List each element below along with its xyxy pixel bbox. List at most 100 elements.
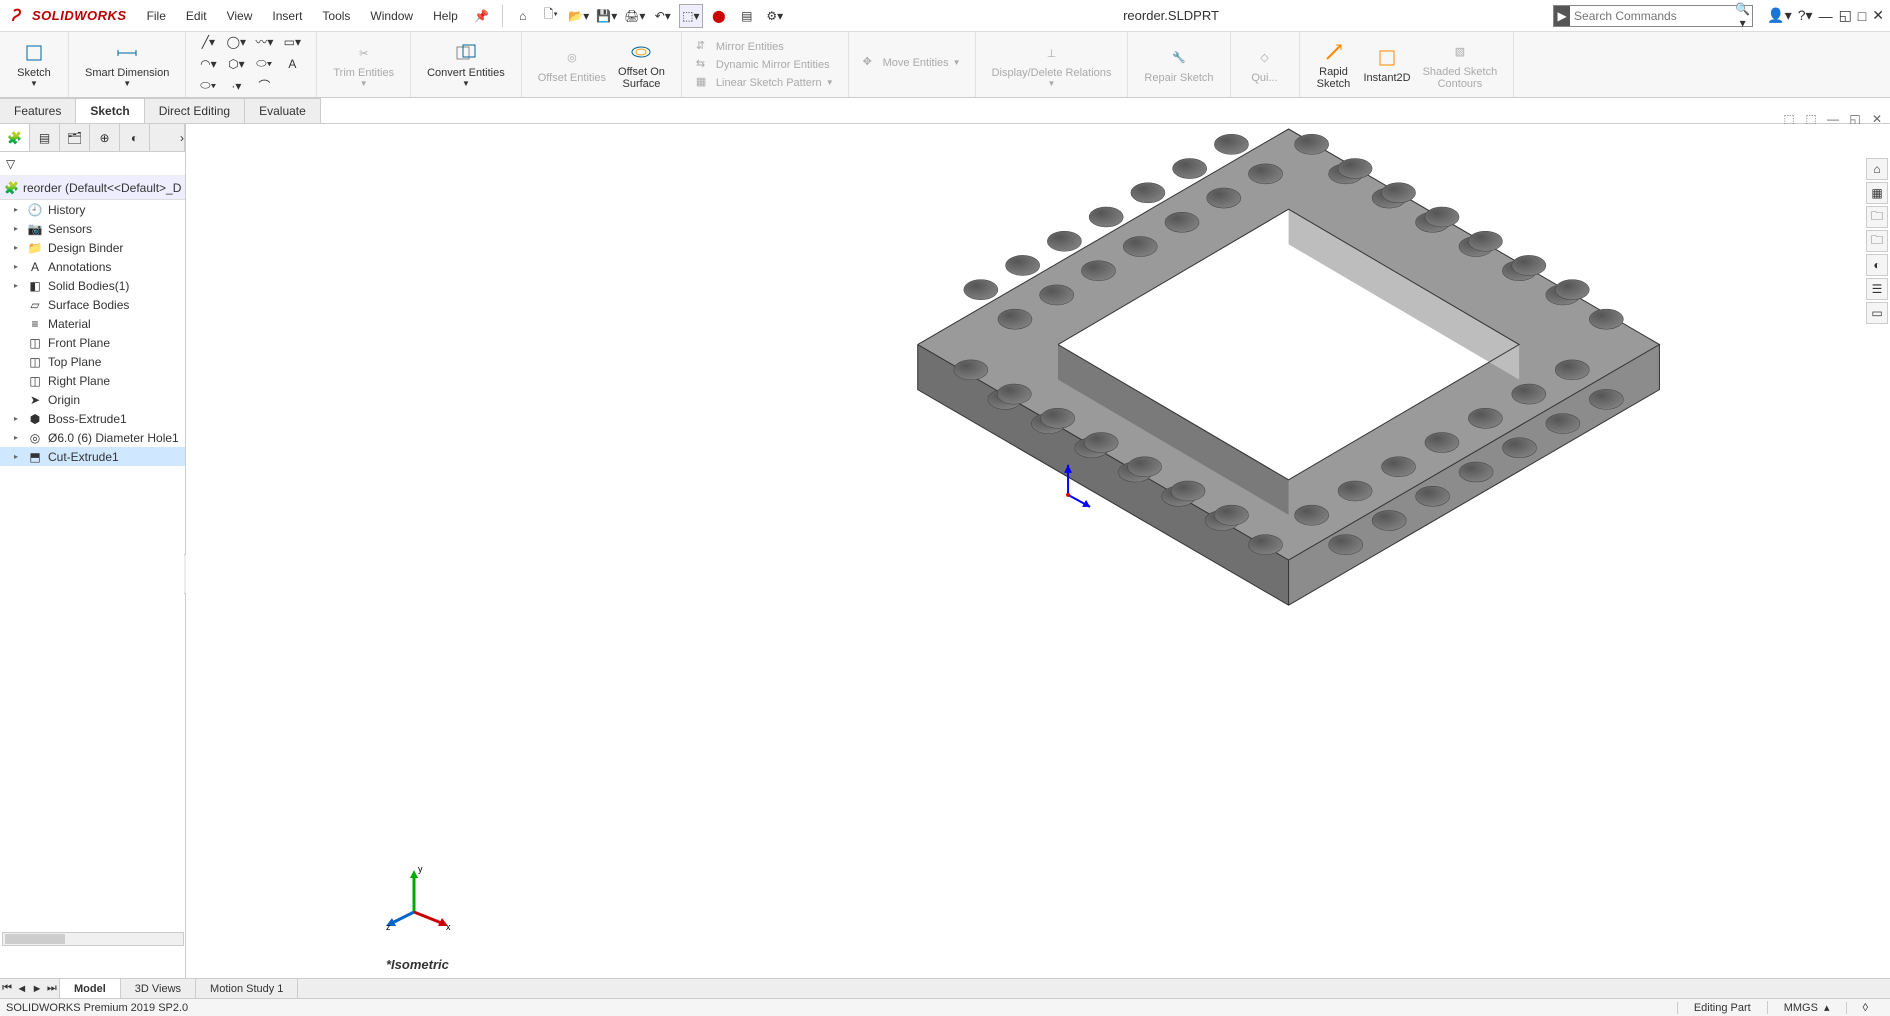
linear-pattern-button[interactable]: ▦Linear Sketch Pattern▼ [692,75,838,91]
tree-node-annotations[interactable]: AAnnotations [0,257,185,276]
sidebar-tab-feature-tree[interactable]: 🧩 [0,124,30,151]
help-icon[interactable]: ?▾ [1798,7,1813,24]
bottom-tab-3dviews[interactable]: 3D Views [121,979,196,998]
tree-node-history[interactable]: 🕘History [0,200,185,219]
point-icon[interactable]: ·▾ [224,77,248,95]
sketch-button[interactable]: Sketch▼ [10,37,58,92]
slot-icon[interactable]: ⬭▾ [196,77,220,95]
status-units[interactable]: MMGS ▴ [1767,1001,1846,1014]
tree-node--6-0-6-diameter-hole1[interactable]: ◎Ø6.0 (6) Diameter Hole1 [0,428,185,447]
convert-entities-button[interactable]: Convert Entities▼ [421,37,511,92]
line-icon[interactable]: ╱▾ [196,33,220,51]
tree-node-top-plane[interactable]: ◫Top Plane [0,352,185,371]
btab-last-icon[interactable]: ⏭ [47,982,57,995]
tree-node-sensors[interactable]: 📷Sensors [0,219,185,238]
bottom-tab-motion[interactable]: Motion Study 1 [196,979,298,998]
instant2d-button[interactable]: Instant2D [1358,36,1417,94]
tree-node-boss-extrude1[interactable]: ⬢Boss-Extrude1 [0,409,185,428]
tree-node-front-plane[interactable]: ◫Front Plane [0,333,185,352]
menu-window[interactable]: Window [360,9,423,23]
tree-node-material-not-specified-[interactable]: ≡Material [0,314,185,333]
rectangle-icon[interactable]: ▭▾ [280,33,304,51]
offset-entities-button[interactable]: ◎ Offset Entities [532,36,612,94]
offset-on-surface-button[interactable]: Offset On Surface [612,36,671,94]
taskpane-view-palette-icon[interactable]: 🗀 [1866,230,1888,252]
quick-snaps-button[interactable]: ◇ Qui... [1241,42,1289,88]
print-icon[interactable]: 🖨▾ [623,4,647,28]
save-icon[interactable]: 💾▾ [595,4,619,28]
graphics-viewport[interactable]: y x z *Isometric [186,124,1890,982]
trim-entities-button[interactable]: ✂ Trim Entities▼ [327,37,400,92]
fillet-icon[interactable]: ⌒ [252,77,276,95]
polygon-icon[interactable]: ⬡▾ [224,55,248,73]
tree-node-surface-bodies[interactable]: ▱Surface Bodies [0,295,185,314]
sidebar-tab-config[interactable]: 🗂 [60,124,90,151]
smart-dimension-button[interactable]: Smart Dimension▼ [79,37,175,92]
menu-edit[interactable]: Edit [176,9,217,23]
btab-next-icon[interactable]: ► [32,983,43,995]
ellipse-icon[interactable]: ⬭▾ [252,55,276,73]
open-icon[interactable]: 📂▾ [567,4,591,28]
tree-node-design-binder[interactable]: 📁Design Binder [0,238,185,257]
arc-icon[interactable]: ◠▾ [196,55,220,73]
tab-features[interactable]: Features [0,98,76,123]
tab-direct-editing[interactable]: Direct Editing [145,98,245,123]
user-icon[interactable]: 👤▾ [1767,7,1791,24]
tree-node-label: Material [48,317,91,331]
home-icon[interactable]: ⌂ [511,4,535,28]
settings-icon[interactable]: ⚙▾ [763,4,787,28]
pin-icon[interactable]: 📌 [470,4,494,28]
search-commands[interactable]: ▶ 🔍▾ [1553,5,1753,27]
shaded-contours-button[interactable]: ▧ Shaded Sketch Contours [1417,36,1504,94]
circle-icon[interactable]: ◯▾ [224,33,248,51]
search-icon[interactable]: 🔍▾ [1733,2,1752,30]
menu-insert[interactable]: Insert [262,9,312,23]
status-extra-icon[interactable]: ◊ [1846,1002,1884,1014]
btab-first-icon[interactable]: ⏮ [2,982,12,995]
search-input[interactable] [1570,9,1733,23]
maximize-icon[interactable]: □ [1858,8,1866,24]
spline-icon[interactable]: 〰▾ [252,33,276,51]
tree-node-cut-extrude1[interactable]: ⬒Cut-Extrude1 [0,447,185,466]
sidebar-tab-more[interactable]: › [150,124,185,151]
restore-icon[interactable]: ◱ [1839,7,1852,24]
taskpane-design-library-icon[interactable]: ▦ [1866,182,1888,204]
display-relations-button[interactable]: ⊥ Display/Delete Relations▼ [986,37,1118,92]
options-icon[interactable]: ▤ [735,4,759,28]
bottom-tab-model[interactable]: Model [60,979,121,998]
sidebar-scrollbar-horizontal[interactable] [2,932,184,946]
sidebar-tab-dimxpert[interactable]: ⊕ [90,124,120,151]
dynamic-mirror-button[interactable]: ⇆Dynamic Mirror Entities [692,57,838,73]
menu-view[interactable]: View [217,9,263,23]
undo-icon[interactable]: ↶▾ [651,4,675,28]
tree-node-solid-bodies-1-[interactable]: ◧Solid Bodies(1) [0,276,185,295]
minimize-icon[interactable]: — [1819,8,1833,24]
btab-prev-icon[interactable]: ◄ [16,983,27,995]
tab-sketch[interactable]: Sketch [76,98,144,123]
rapid-sketch-button[interactable]: Rapid Sketch [1310,36,1358,94]
bottom-tabs-nav: ⏮ ◄ ► ⏭ [0,979,60,998]
repair-sketch-button[interactable]: 🔧 Repair Sketch [1138,42,1219,88]
tab-evaluate[interactable]: Evaluate [245,98,321,123]
sidebar-tab-display[interactable]: ◐ [120,124,150,151]
menu-tools[interactable]: Tools [312,9,360,23]
new-icon[interactable]: 🗋▾ [539,4,563,28]
mirror-entities-button[interactable]: ⇵Mirror Entities [692,39,838,55]
taskpane-home-icon[interactable]: ⌂ [1866,158,1888,180]
close-icon[interactable]: ✕ [1872,7,1884,24]
text-icon[interactable]: A [280,55,304,73]
rebuild-icon[interactable]: ⬤ [707,4,731,28]
move-entities-button[interactable]: ✥Move Entities▼ [859,55,965,71]
taskpane-custom-props-icon[interactable]: ☰ [1866,278,1888,300]
sidebar-tab-property[interactable]: ▤ [30,124,60,151]
taskpane-forum-icon[interactable]: ▭ [1866,302,1888,324]
menu-file[interactable]: File [137,9,176,23]
taskpane-appearances-icon[interactable]: ◐ [1866,254,1888,276]
menu-help[interactable]: Help [423,9,468,23]
tree-node-right-plane[interactable]: ◫Right Plane [0,371,185,390]
tree-root-node[interactable]: 🧩 reorder (Default<<Default>_D [0,176,185,200]
select-icon[interactable]: ⬚▾ [679,4,703,28]
filter-icon[interactable]: ▽ [6,157,15,171]
taskpane-file-explorer-icon[interactable]: 🗀 [1866,206,1888,228]
tree-node-origin[interactable]: ➤Origin [0,390,185,409]
